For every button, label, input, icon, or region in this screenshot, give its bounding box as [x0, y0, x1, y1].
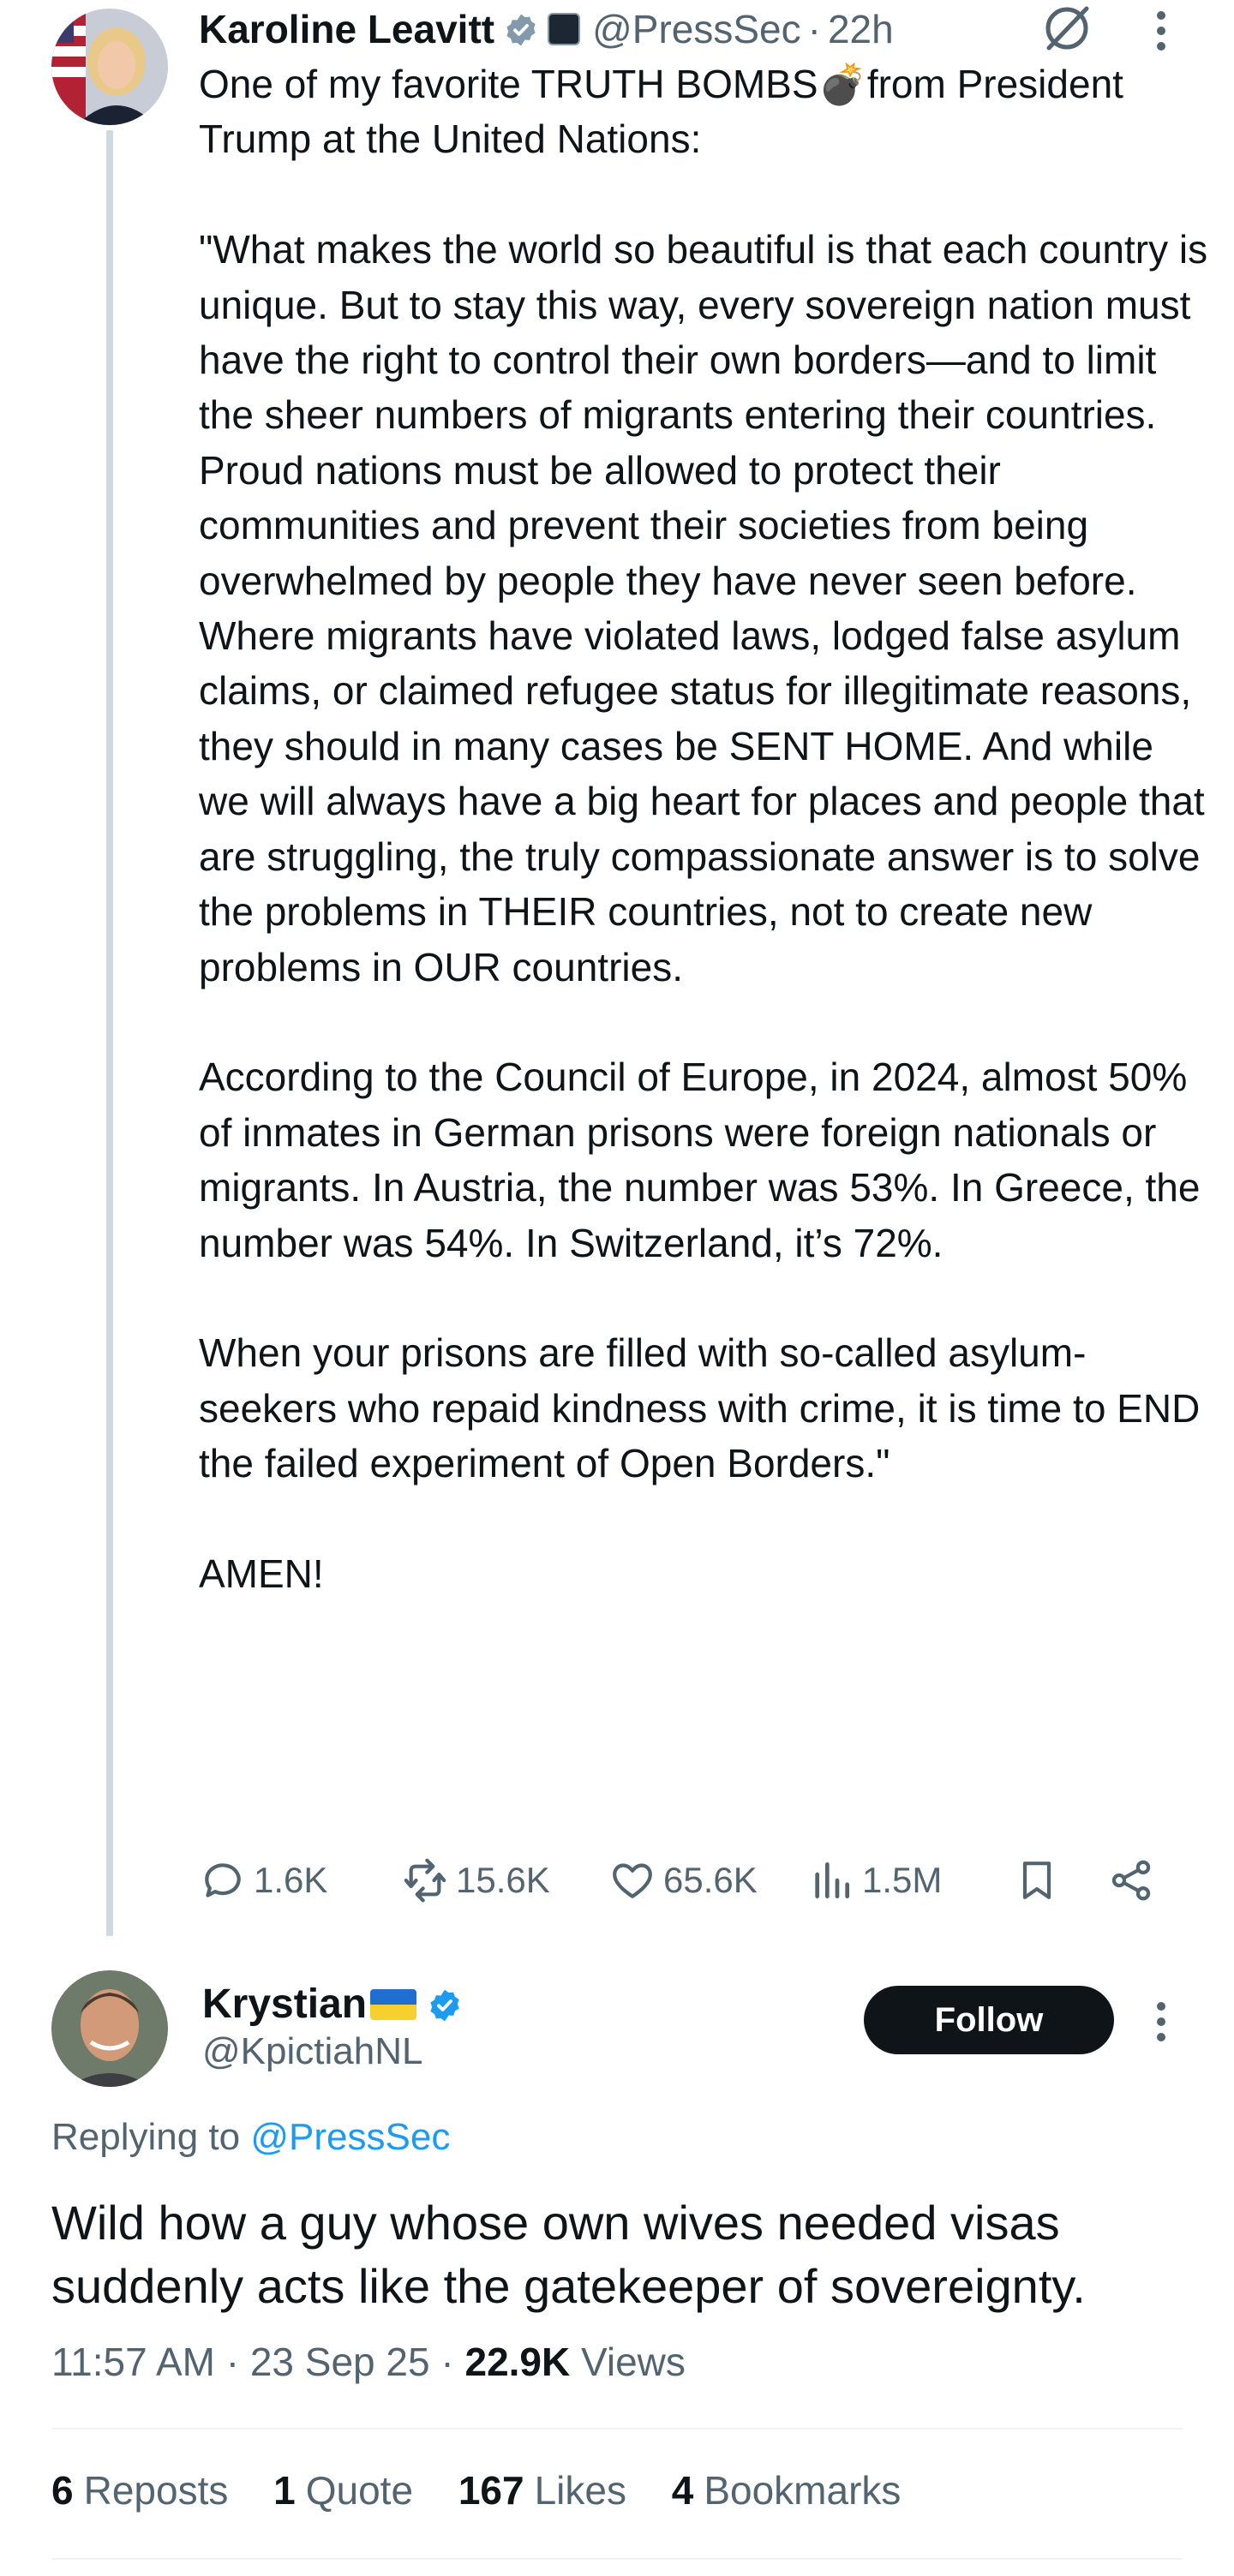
stat-label: Bookmarks	[704, 2468, 902, 2513]
reply-count: 1.6K	[254, 1860, 328, 1900]
bookmark-icon	[1022, 1862, 1051, 1899]
flag-ukraine-icon	[370, 1988, 417, 2020]
reply-views-label: Views	[581, 2340, 686, 2384]
stat-likes[interactable]: 167 Likes	[458, 2468, 626, 2513]
reply-button[interactable]: 1.6K	[199, 1850, 327, 1910]
stat-label: Quote	[305, 2468, 414, 2513]
stat-count: 6	[51, 2468, 74, 2513]
like-count: 65.6K	[663, 1860, 758, 1900]
stat-bookmarks[interactable]: 4 Bookmarks	[672, 2468, 902, 2513]
post-time[interactable]: 22h	[828, 6, 894, 52]
reply-meta: 11:57 AM · 23 Sep 25 · 22.9K Views	[51, 2339, 686, 2385]
views-count: 1.5M	[862, 1860, 943, 1900]
more-icon[interactable]	[1153, 5, 1170, 57]
author-name[interactable]: Karoline Leavitt	[199, 6, 494, 52]
reply-views-count: 22.9K	[464, 2340, 571, 2384]
author-avatar[interactable]	[51, 9, 168, 125]
like-button[interactable]: 65.6K	[608, 1850, 758, 1910]
action-bar: 1.6K 15.6K 65.6K 1.5M	[199, 1850, 1167, 1910]
stat-count: 4	[671, 2468, 694, 2513]
reply-author-name-row: Krystian	[202, 1981, 463, 2028]
separator: ·	[807, 7, 821, 51]
post-header: Karoline Leavitt @PressSec · 22h	[199, 3, 894, 55]
more-icon[interactable]	[1153, 1996, 1170, 2047]
stat-count: 167	[458, 2468, 524, 2513]
stat-quotes[interactable]: 1 Quote	[273, 2468, 413, 2513]
reply-date[interactable]: 23 Sep 25	[250, 2340, 430, 2384]
reply-time[interactable]: 11:57 AM	[51, 2340, 215, 2384]
repost-icon	[404, 1858, 446, 1903]
replying-to: Replying to @PressSec	[51, 2116, 450, 2159]
reply-stats: 6 Reposts 1 Quote 167 Likes 4 Bookmarks	[51, 2467, 935, 2513]
divider	[51, 2428, 1183, 2430]
views-icon	[815, 1862, 849, 1898]
replying-to-label: Replying to	[51, 2116, 241, 2158]
grok-icon[interactable]	[1042, 3, 1092, 53]
reply-author-name[interactable]: Krystian	[202, 1981, 367, 2028]
repost-button[interactable]: 15.6K	[401, 1850, 550, 1910]
thread-line	[106, 130, 113, 1936]
views-button[interactable]: 1.5M	[807, 1850, 942, 1910]
reply-author-handle[interactable]: @KpictiahNL	[202, 2030, 422, 2073]
author-handle[interactable]: @PressSec	[592, 6, 801, 52]
reply-author-avatar[interactable]	[51, 1970, 168, 2087]
affiliate-badge-icon[interactable]	[548, 13, 581, 45]
post-text: One of my favorite TRUTH BOMBS💣from Pres…	[199, 62, 1208, 1596]
share-icon	[1111, 1860, 1151, 1901]
separator: ·	[225, 2340, 240, 2384]
reply-text: Wild how a guy whose own wives needed vi…	[51, 2196, 1086, 2313]
replying-to-mention[interactable]: @PressSec	[250, 2116, 450, 2158]
verified-icon	[427, 1987, 463, 2023]
stat-reposts[interactable]: 6 Reposts	[51, 2468, 228, 2513]
separator: ·	[440, 2340, 454, 2384]
divider	[51, 2558, 1183, 2560]
stat-count: 1	[273, 2468, 296, 2513]
stat-label: Likes	[534, 2468, 626, 2513]
verified-icon	[503, 11, 539, 47]
stat-label: Reposts	[83, 2468, 229, 2513]
reply-icon	[205, 1863, 241, 1898]
share-button[interactable]	[1107, 1850, 1162, 1910]
repost-count: 15.6K	[456, 1860, 550, 1900]
follow-button[interactable]: Follow	[864, 1986, 1114, 2054]
like-icon	[613, 1863, 652, 1898]
bookmark-button[interactable]	[1013, 1850, 1068, 1910]
